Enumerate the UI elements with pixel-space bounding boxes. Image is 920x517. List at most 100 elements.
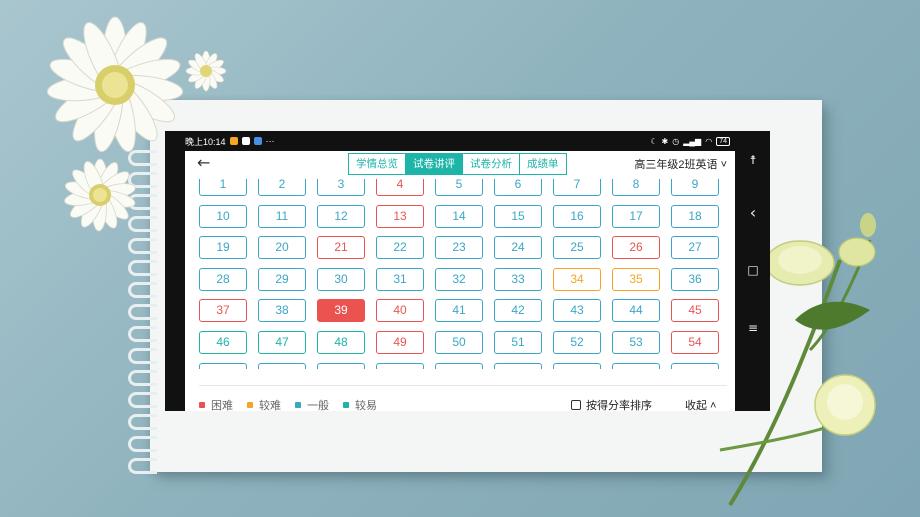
question-cell[interactable]: 8 [612, 179, 660, 196]
question-cell[interactable]: 41 [435, 299, 483, 323]
battery-icon: 74 [716, 136, 730, 146]
question-cell[interactable]: 47 [258, 331, 306, 354]
question-cell[interactable]: 28 [199, 267, 247, 291]
question-cell[interactable]: 44 [612, 299, 660, 323]
question-cell[interactable]: 45 [671, 299, 719, 323]
question-cell[interactable]: 29 [258, 267, 306, 291]
question-cell-partial[interactable] [435, 362, 483, 369]
question-cell-partial[interactable] [612, 362, 660, 369]
question-cell[interactable]: 3 [317, 179, 365, 196]
question-cell[interactable]: 38 [258, 299, 306, 323]
question-cell[interactable]: 22 [376, 236, 424, 260]
question-cell[interactable]: 54 [671, 331, 719, 354]
question-cell[interactable]: 37 [199, 299, 247, 323]
tab-score-report[interactable]: 成绩单 [519, 153, 567, 175]
question-cell[interactable]: 24 [494, 236, 542, 260]
question-cell-partial[interactable] [199, 362, 247, 369]
tab-group: 学情总览 试卷讲评 试卷分析 成绩单 [348, 153, 567, 175]
bluetooth-icon: ✱ [661, 136, 669, 146]
question-cell[interactable]: 46 [199, 331, 247, 354]
question-cell[interactable]: 40 [376, 299, 424, 323]
difficulty-legend: 困难 较难 一般 较易 [199, 397, 377, 411]
question-cell[interactable]: 26 [612, 236, 660, 260]
question-cell[interactable]: 48 [317, 331, 365, 354]
notebook-ring [128, 282, 157, 298]
nav-back-icon[interactable]: ‹ [747, 203, 759, 222]
question-cell[interactable]: 23 [435, 236, 483, 260]
question-cell[interactable]: 20 [258, 236, 306, 260]
question-cell[interactable]: 4 [376, 179, 424, 196]
question-cell[interactable]: 25 [553, 236, 601, 260]
question-cell[interactable]: 35 [612, 267, 660, 291]
question-cell[interactable]: 30 [317, 267, 365, 291]
question-cell[interactable]: 15 [494, 204, 542, 228]
question-cell[interactable]: 9 [671, 179, 719, 196]
question-cell[interactable]: 14 [435, 204, 483, 228]
notebook-ring [128, 348, 157, 364]
question-cell[interactable]: 13 [376, 204, 424, 228]
sort-by-score-button[interactable]: 按得分率排序 [571, 397, 652, 411]
question-cell-partial[interactable] [671, 362, 719, 369]
question-cell-partial[interactable] [553, 362, 601, 369]
legend-swatch-medium [247, 402, 253, 408]
legend-item-hard: 困难 [199, 397, 233, 411]
question-cell[interactable]: 50 [435, 331, 483, 354]
legend-label: 一般 [307, 400, 329, 411]
notebook-ring [128, 458, 157, 474]
question-cell[interactable]: 36 [671, 267, 719, 291]
question-cell[interactable]: 21 [317, 236, 365, 260]
notebook-ring [128, 326, 157, 342]
question-cell[interactable]: 43 [553, 299, 601, 323]
question-cell[interactable]: 39 [317, 299, 365, 323]
legend-label: 困难 [211, 400, 233, 411]
sort-label: 按得分率排序 [586, 400, 652, 411]
question-cell[interactable]: 6 [494, 179, 542, 196]
question-cell[interactable]: 51 [494, 331, 542, 354]
collapse-button[interactable]: 收起 ˄ [685, 397, 716, 411]
wifi-icon: ◠ [705, 136, 713, 146]
question-cell[interactable]: 42 [494, 299, 542, 323]
question-cell-partial[interactable] [494, 362, 542, 369]
question-cell-partial[interactable] [317, 362, 365, 369]
tablet-device: 晚上10:14 ··· ☾ ✱ ◷ ▂▄▆ ◠ 74 ← 学情总览 试卷讲评 试… [165, 131, 770, 411]
nav-menu-icon[interactable]: ≡ [747, 321, 759, 335]
question-cell[interactable]: 5 [435, 179, 483, 196]
notification-app-icon [229, 137, 238, 145]
question-cell[interactable]: 27 [671, 236, 719, 260]
question-cell[interactable]: 11 [258, 204, 306, 228]
tab-paper-analysis[interactable]: 试卷分析 [462, 153, 520, 175]
question-cell[interactable]: 53 [612, 331, 660, 354]
accessibility-icon[interactable]: ☨ [747, 153, 759, 167]
question-cell[interactable]: 33 [494, 267, 542, 291]
question-cell[interactable]: 17 [612, 204, 660, 228]
question-cell-partial[interactable] [258, 362, 306, 369]
question-cell[interactable]: 32 [435, 267, 483, 291]
notebook-ring [128, 414, 157, 430]
question-cell[interactable]: 1 [199, 179, 247, 196]
question-cell[interactable]: 49 [376, 331, 424, 354]
tab-paper-review[interactable]: 试卷讲评 [405, 153, 463, 175]
nav-home-icon[interactable]: □ [747, 263, 759, 277]
notebook-ring [128, 304, 157, 320]
class-selector-dropdown[interactable]: 高三年级2班英语 ˅ [634, 156, 727, 172]
question-cell[interactable]: 52 [553, 331, 601, 354]
question-cell[interactable]: 2 [258, 179, 306, 196]
question-cell[interactable]: 31 [376, 267, 424, 291]
question-cell[interactable]: 34 [553, 267, 601, 291]
legend-item-medium: 较难 [247, 397, 281, 411]
sort-icon [571, 400, 581, 410]
back-arrow-icon[interactable]: ← [197, 153, 210, 173]
legend-label: 较易 [355, 400, 377, 411]
question-cell[interactable]: 10 [199, 204, 247, 228]
app-screen: ← 学情总览 试卷讲评 试卷分析 成绩单 高三年级2班英语 ˅ 12345678… [185, 151, 735, 411]
question-cell[interactable]: 19 [199, 236, 247, 260]
notification-app-icon [253, 137, 262, 145]
question-cell[interactable]: 7 [553, 179, 601, 196]
question-cell[interactable]: 16 [553, 204, 601, 228]
question-cell-partial[interactable] [376, 362, 424, 369]
question-cell[interactable]: 12 [317, 204, 365, 228]
question-cell[interactable]: 18 [671, 204, 719, 228]
signal-icon: ▂▄▆ [683, 136, 702, 146]
top-nav: ← 学情总览 试卷讲评 试卷分析 成绩单 高三年级2班英语 ˅ [185, 151, 735, 175]
tab-overview[interactable]: 学情总览 [348, 153, 406, 175]
